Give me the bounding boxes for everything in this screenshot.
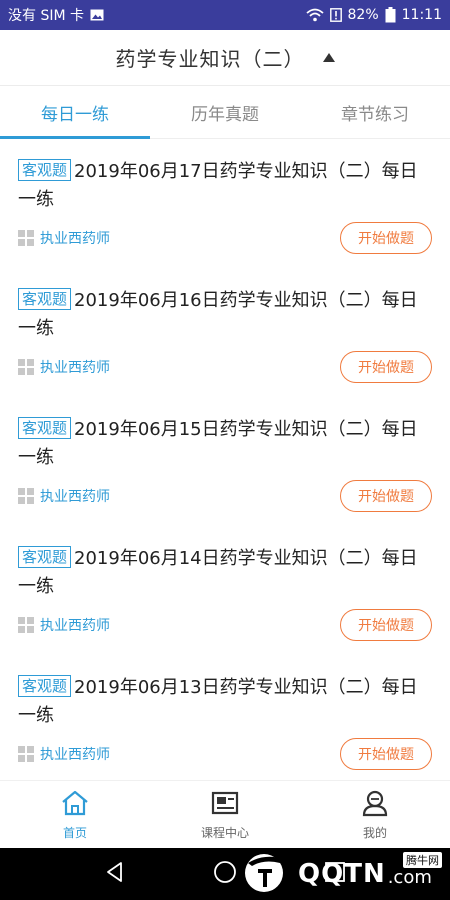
status-left: 没有 SIM 卡 bbox=[8, 5, 104, 25]
start-practice-button[interactable]: 开始做题 bbox=[340, 738, 432, 770]
home-icon bbox=[60, 789, 90, 820]
start-practice-button[interactable]: 开始做题 bbox=[340, 480, 432, 512]
status-right: 82% 11:11 bbox=[305, 7, 442, 23]
bottom-nav: 首页 课程中心 我的 bbox=[0, 780, 450, 848]
start-practice-button[interactable]: 开始做题 bbox=[340, 222, 432, 254]
item-category: 执业西药师 bbox=[18, 228, 110, 248]
grid-icon bbox=[18, 359, 34, 375]
tab-daily-practice[interactable]: 每日一练 bbox=[0, 87, 150, 139]
item-title-line: 客观题 2019年06月13日药学专业知识（二）每日一练 bbox=[18, 674, 432, 730]
start-practice-button[interactable]: 开始做题 bbox=[340, 351, 432, 383]
item-category: 执业西药师 bbox=[18, 357, 110, 377]
image-icon bbox=[90, 9, 104, 21]
list-item[interactable]: 客观题 2019年06月13日药学专业知识（二）每日一练 执业西药师 开始做题 bbox=[0, 656, 450, 780]
grid-icon bbox=[18, 617, 34, 633]
clock: 11:11 bbox=[401, 7, 442, 23]
list-item[interactable]: 客观题 2019年06月15日药学专业知识（二）每日一练 执业西药师 开始做题 bbox=[0, 398, 450, 527]
item-title: 2019年06月17日药学专业知识（二）每日一练 bbox=[18, 161, 418, 210]
caret-up-icon bbox=[322, 53, 335, 62]
category-label: 执业西药师 bbox=[40, 231, 110, 247]
tab-label: 每日一练 bbox=[41, 105, 109, 125]
battery-icon bbox=[385, 7, 396, 23]
nav-label: 我的 bbox=[362, 825, 387, 840]
list-item[interactable]: 客观题 2019年06月17日药学专业知识（二）每日一练 执业西药师 开始做题 bbox=[0, 140, 450, 269]
watermark-suffix: .com bbox=[387, 866, 432, 888]
tab-past-exams[interactable]: 历年真题 bbox=[150, 87, 300, 138]
course-icon bbox=[210, 789, 240, 820]
watermark-text: QQTN bbox=[298, 859, 386, 889]
tab-label: 章节练习 bbox=[341, 105, 409, 125]
item-title: 2019年06月14日药学专业知识（二）每日一练 bbox=[18, 548, 418, 597]
start-practice-button[interactable]: 开始做题 bbox=[340, 609, 432, 641]
nav-course-center[interactable]: 课程中心 bbox=[150, 781, 300, 848]
status-bar: 没有 SIM 卡 82% 11:11 bbox=[0, 0, 450, 30]
back-icon[interactable] bbox=[104, 861, 126, 887]
nav-home[interactable]: 首页 bbox=[0, 781, 150, 848]
nav-label: 首页 bbox=[62, 825, 87, 840]
item-title-line: 客观题 2019年06月14日药学专业知识（二）每日一练 bbox=[18, 545, 432, 601]
list-item[interactable]: 客观题 2019年06月14日药学专业知识（二）每日一练 执业西药师 开始做题 bbox=[0, 527, 450, 656]
category-label: 执业西药师 bbox=[40, 618, 110, 634]
item-title-line: 客观题 2019年06月16日药学专业知识（二）每日一练 bbox=[18, 287, 432, 343]
carrier-text: 没有 SIM 卡 bbox=[8, 8, 84, 24]
category-label: 执业西药师 bbox=[40, 360, 110, 376]
item-title-line: 客观题 2019年06月17日药学专业知识（二）每日一练 bbox=[18, 158, 432, 214]
item-category: 执业西药师 bbox=[18, 615, 110, 635]
category-label: 执业西药师 bbox=[40, 747, 110, 763]
grid-icon bbox=[18, 746, 34, 762]
watermark-logo-icon bbox=[240, 849, 292, 899]
item-title: 2019年06月16日药学专业知识（二）每日一练 bbox=[18, 290, 418, 339]
item-title: 2019年06月15日药学专业知识（二）每日一练 bbox=[18, 419, 418, 468]
question-type-badge: 客观题 bbox=[18, 546, 72, 568]
item-category: 执业西药师 bbox=[18, 486, 110, 506]
page-title: 药学专业知识（二） bbox=[115, 47, 305, 71]
watermark-tag: 腾牛网 bbox=[403, 852, 442, 868]
category-label: 执业西药师 bbox=[40, 489, 110, 505]
list-item[interactable]: 客观题 2019年06月16日药学专业知识（二）每日一练 执业西药师 开始做题 bbox=[0, 269, 450, 398]
question-type-badge: 客观题 bbox=[18, 675, 72, 697]
item-footer: 执业西药师 开始做题 bbox=[18, 609, 432, 641]
profile-icon bbox=[360, 789, 390, 820]
item-category: 执业西药师 bbox=[18, 744, 110, 764]
item-title-line: 客观题 2019年06月15日药学专业知识（二）每日一练 bbox=[18, 416, 432, 472]
tab-chapter-practice[interactable]: 章节练习 bbox=[300, 87, 450, 138]
tab-bar: 每日一练 历年真题 章节练习 bbox=[0, 87, 450, 139]
question-type-badge: 客观题 bbox=[18, 417, 72, 439]
nav-label: 课程中心 bbox=[200, 825, 249, 840]
subject-selector[interactable]: 药学专业知识（二） bbox=[0, 30, 450, 86]
item-footer: 执业西药师 开始做题 bbox=[18, 738, 432, 770]
battery-level: 82% bbox=[347, 7, 379, 23]
grid-icon bbox=[18, 230, 34, 246]
item-footer: 执业西药师 开始做题 bbox=[18, 480, 432, 512]
item-footer: 执业西药师 开始做题 bbox=[18, 222, 432, 254]
tab-label: 历年真题 bbox=[191, 105, 259, 125]
question-type-badge: 客观题 bbox=[18, 288, 72, 310]
watermark: QQTN .com 腾牛网 bbox=[240, 848, 450, 900]
app-screen: 没有 SIM 卡 82% 11:11 药学专业知识（二） 每日一练 历年真题 章… bbox=[0, 0, 450, 900]
nav-profile[interactable]: 我的 bbox=[300, 781, 450, 848]
wifi-icon bbox=[305, 8, 324, 22]
grid-icon bbox=[18, 488, 34, 504]
home-circle-icon[interactable] bbox=[213, 860, 237, 888]
item-footer: 执业西药师 开始做题 bbox=[18, 351, 432, 383]
practice-list: 客观题 2019年06月17日药学专业知识（二）每日一练 执业西药师 开始做题 客… bbox=[0, 140, 450, 780]
alert-icon bbox=[329, 8, 342, 22]
question-type-badge: 客观题 bbox=[18, 159, 72, 181]
item-title: 2019年06月13日药学专业知识（二）每日一练 bbox=[18, 677, 418, 726]
